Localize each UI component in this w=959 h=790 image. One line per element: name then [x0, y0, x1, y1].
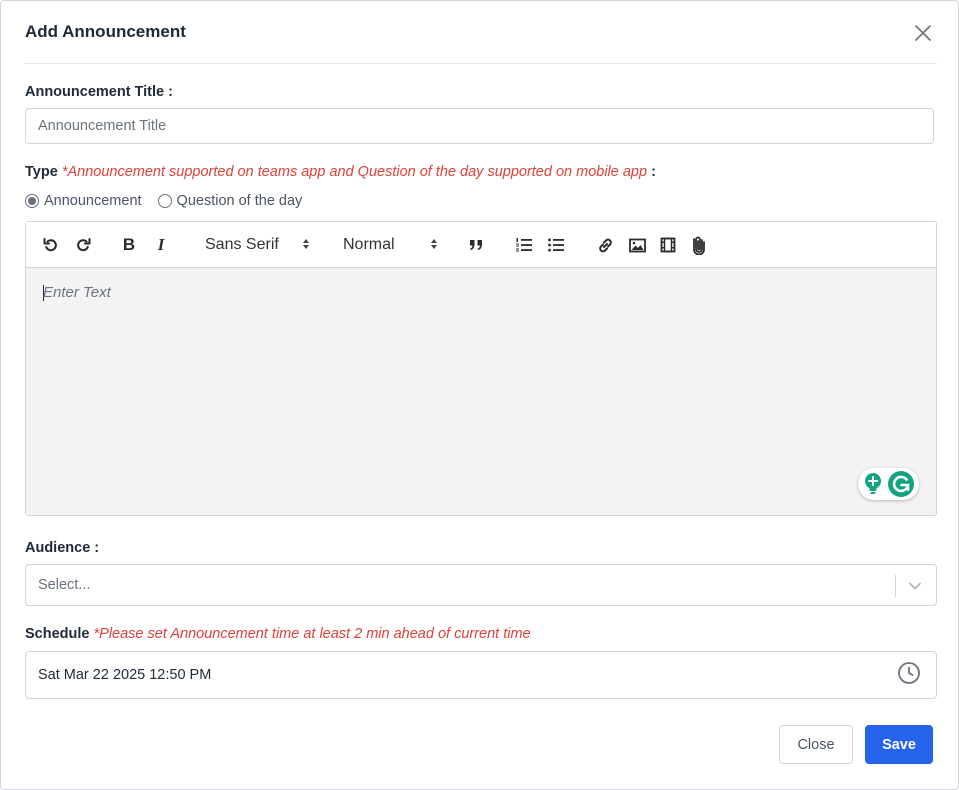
- radio-question-label: Question of the day: [176, 193, 303, 209]
- audience-select[interactable]: Select...: [25, 564, 937, 606]
- radio-question-circle[interactable]: [157, 194, 172, 208]
- chevron-down-icon[interactable]: [907, 579, 923, 593]
- grammarly-logo-icon[interactable]: [887, 470, 915, 498]
- announcement-title-input[interactable]: [25, 108, 934, 144]
- picker-arrows-icon: [303, 239, 309, 249]
- font-size-picker[interactable]: Normal: [343, 233, 438, 257]
- picker-arrows-icon: [431, 239, 437, 249]
- grammarly-widget[interactable]: [858, 468, 919, 500]
- schedule-note: *Please set Announcement time at least 2…: [93, 626, 531, 642]
- redo-icon[interactable]: [74, 235, 92, 255]
- schedule-datetime-picker[interactable]: Sat Mar 22 2025 12:50 PM: [25, 651, 937, 699]
- undo-icon[interactable]: [42, 235, 60, 255]
- radio-announcement-circle[interactable]: [25, 194, 39, 208]
- radio-announcement[interactable]: Announcement: [25, 193, 142, 209]
- announcement-title-label: Announcement Title :: [25, 84, 173, 100]
- audience-label: Audience :: [25, 540, 100, 556]
- ordered-list-icon[interactable]: [515, 235, 533, 255]
- bold-icon[interactable]: B: [121, 235, 137, 255]
- audience-select-placeholder: Select...: [38, 577, 91, 593]
- type-note: *Announcement supported on teams app and…: [61, 164, 648, 180]
- add-announcement-dialog: Add Announcement Announcement Title : Ty…: [0, 0, 959, 790]
- attachment-icon[interactable]: [690, 235, 708, 255]
- editor-placeholder: Enter Text: [43, 284, 111, 301]
- dialog-header: Add Announcement: [25, 1, 937, 64]
- italic-icon[interactable]: I: [154, 235, 168, 255]
- schedule-datetime-value: Sat Mar 22 2025 12:50 PM: [38, 667, 212, 683]
- font-family-picker[interactable]: Sans Serif: [205, 233, 310, 257]
- dialog-title: Add Announcement: [25, 22, 186, 41]
- close-icon[interactable]: [913, 23, 933, 43]
- image-icon[interactable]: [628, 235, 646, 255]
- link-icon[interactable]: [596, 235, 614, 255]
- font-size-value: Normal: [343, 236, 395, 253]
- schedule-label-row: Schedule *Please set Announcement time a…: [25, 626, 531, 642]
- select-separator: [895, 575, 896, 597]
- close-button[interactable]: Close: [779, 725, 853, 764]
- type-label-suffix: :: [647, 164, 656, 180]
- bullet-list-icon[interactable]: [547, 235, 565, 255]
- radio-announcement-label: Announcement: [44, 193, 142, 209]
- type-label-row: Type *Announcement supported on teams ap…: [25, 164, 656, 180]
- video-icon[interactable]: [659, 235, 677, 255]
- radio-question-of-the-day[interactable]: Question of the day: [157, 193, 303, 209]
- editor-toolbar: B I Sans Serif Normal: [26, 222, 936, 268]
- lightbulb-icon[interactable]: [862, 471, 884, 497]
- rich-text-editor: B I Sans Serif Normal Enter Text: [25, 221, 937, 516]
- font-family-value: Sans Serif: [205, 236, 279, 253]
- type-label: Type: [25, 164, 58, 180]
- editor-content-area[interactable]: Enter Text: [26, 268, 936, 515]
- blockquote-icon[interactable]: [467, 235, 485, 255]
- type-radio-group: Announcement Question of the day: [25, 191, 318, 211]
- save-button[interactable]: Save: [865, 725, 933, 764]
- clock-icon[interactable]: [897, 661, 921, 685]
- schedule-label: Schedule: [25, 626, 90, 642]
